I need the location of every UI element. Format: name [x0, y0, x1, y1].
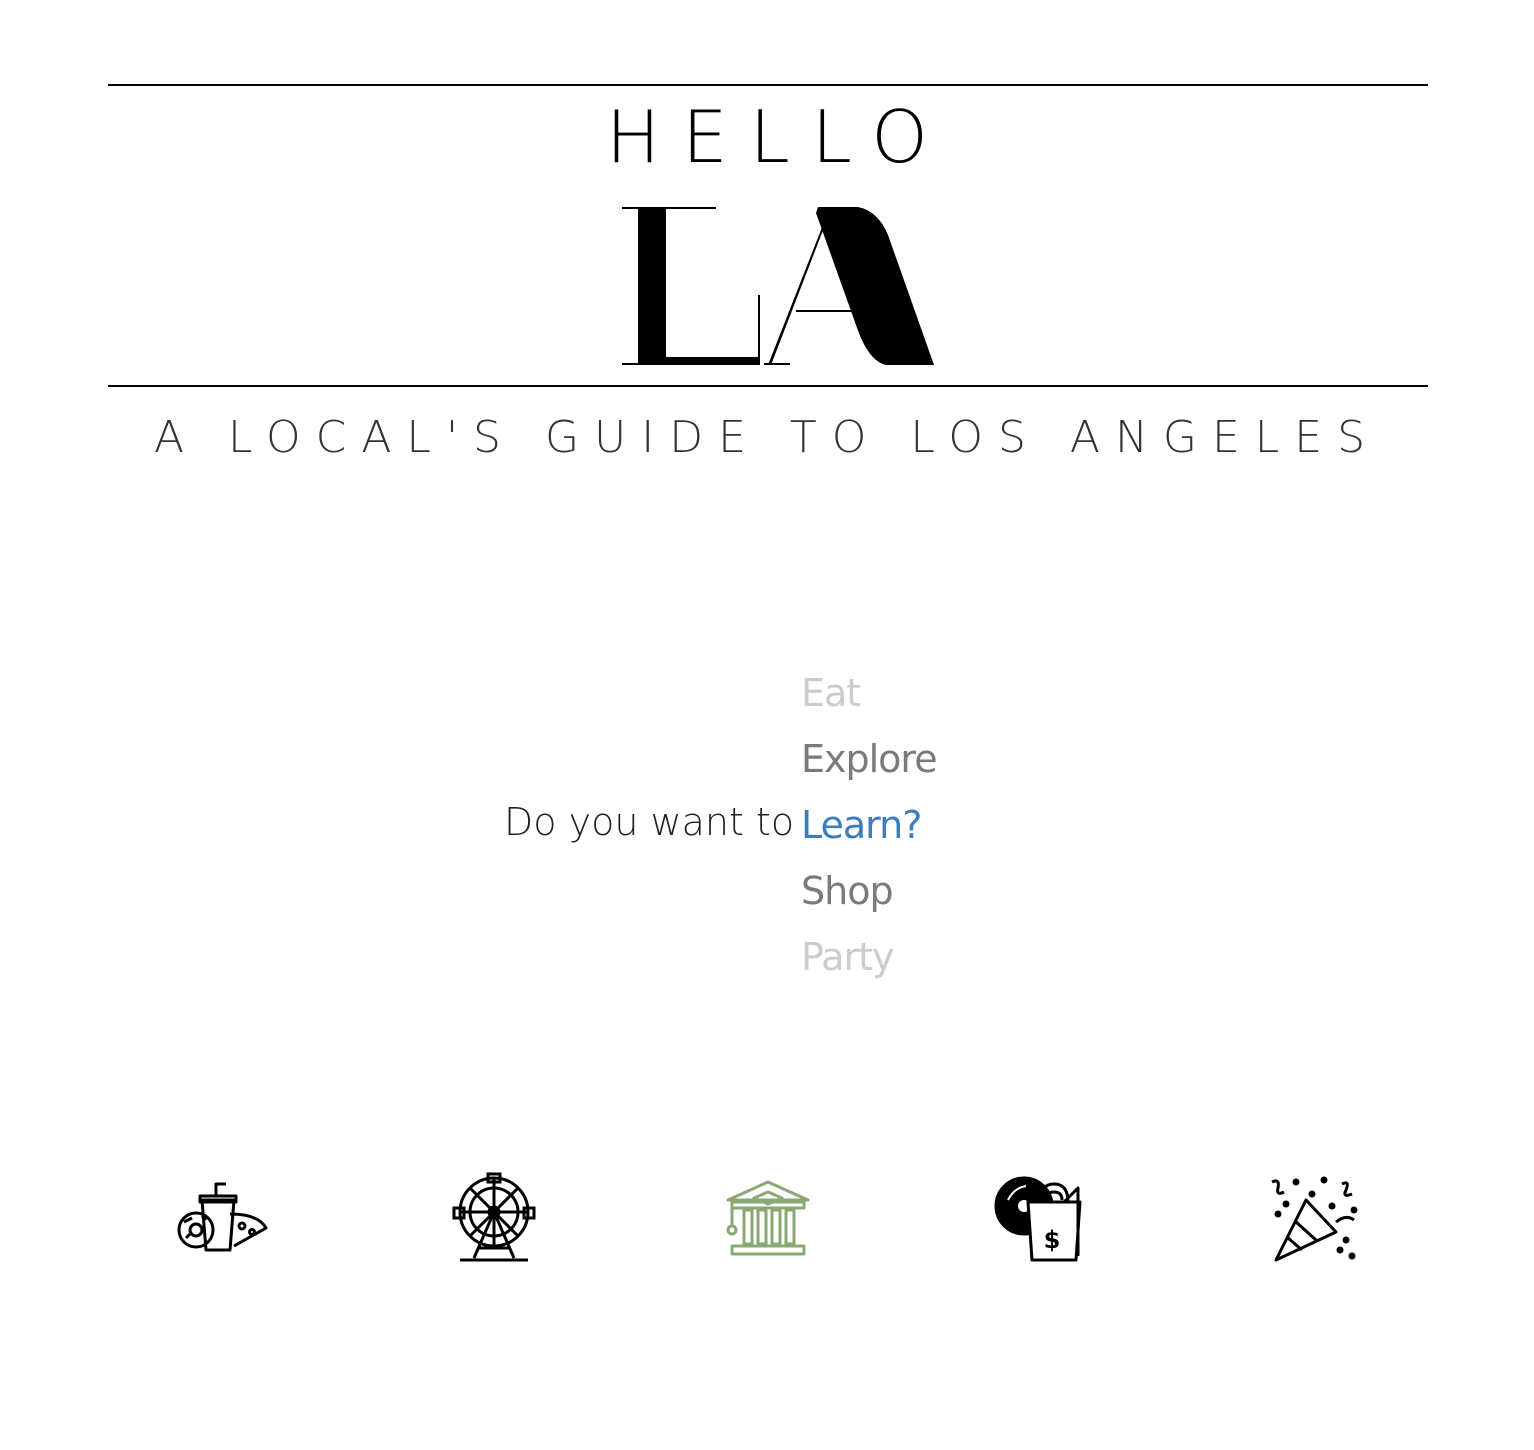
- bottom-rule: [108, 385, 1428, 387]
- food-icon[interactable]: [172, 1170, 268, 1266]
- party-popper-icon[interactable]: [1266, 1170, 1362, 1266]
- option-list: Eat Explore Learn? Shop Party: [801, 666, 938, 996]
- ferris-wheel-icon[interactable]: [446, 1170, 542, 1266]
- shopping-bag-icon[interactable]: $: [994, 1170, 1090, 1266]
- prompt-question: Do you want to: [504, 800, 795, 844]
- option-shop[interactable]: Shop: [801, 864, 937, 930]
- top-rule: [108, 84, 1428, 86]
- tagline: A LOCAL'S GUIDE TO LOS ANGELES: [153, 412, 1381, 463]
- museum-icon[interactable]: [720, 1170, 816, 1266]
- svg-text:$: $: [1044, 1226, 1061, 1254]
- option-eat[interactable]: Eat: [801, 666, 937, 732]
- hello-heading: HELLO: [606, 95, 950, 179]
- option-party[interactable]: Party: [801, 930, 937, 996]
- option-learn[interactable]: Learn?: [801, 798, 937, 864]
- la-logo: [622, 207, 934, 365]
- option-explore[interactable]: Explore: [801, 732, 938, 798]
